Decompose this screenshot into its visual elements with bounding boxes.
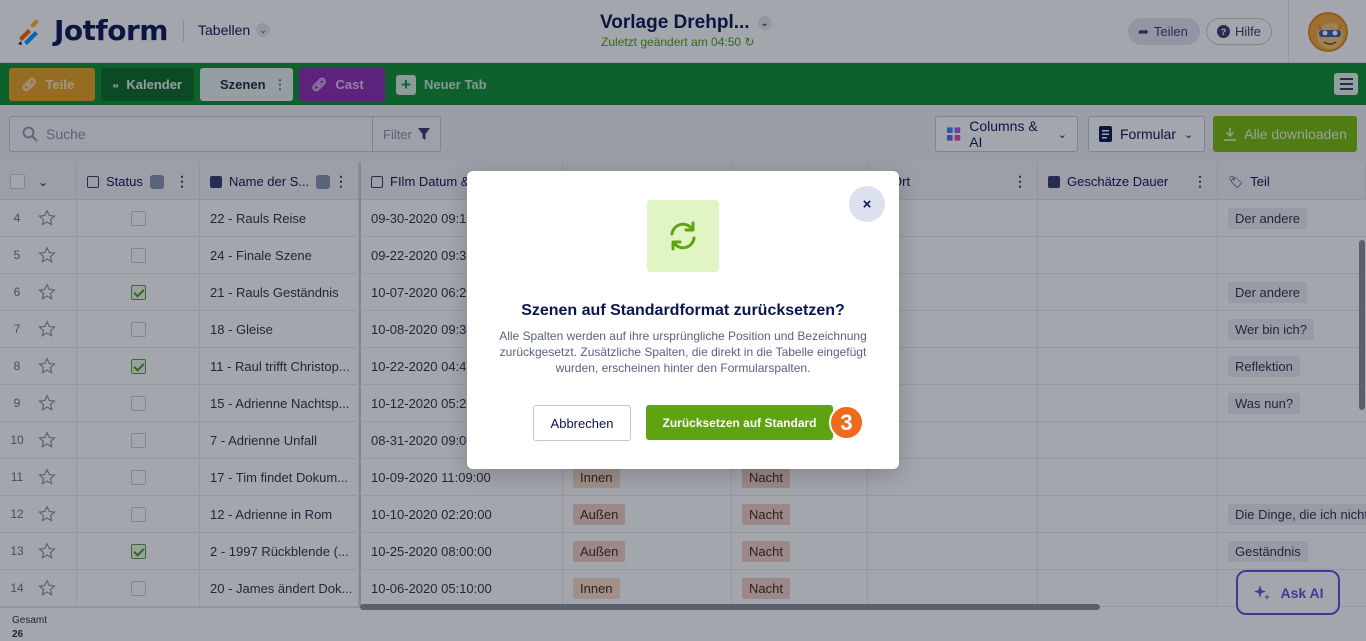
refresh-icon-box (647, 200, 719, 272)
refresh-icon (670, 221, 696, 251)
cancel-button[interactable]: Abbrechen (533, 405, 631, 441)
step-badge: 3 (829, 405, 864, 440)
reset-to-default-button[interactable]: Zurücksetzen auf Standard (646, 405, 833, 440)
dialog-title: Szenen auf Standardformat zurücksetzen? (521, 302, 845, 319)
close-icon: × (862, 195, 872, 213)
close-button[interactable]: × (849, 186, 885, 222)
dialog-text: Alle Spalten werden auf ihre ursprünglic… (499, 329, 867, 375)
app-root: Jotform Tabellen ⌄ Vorlage Drehpl... ⌄ Z… (0, 0, 1366, 641)
